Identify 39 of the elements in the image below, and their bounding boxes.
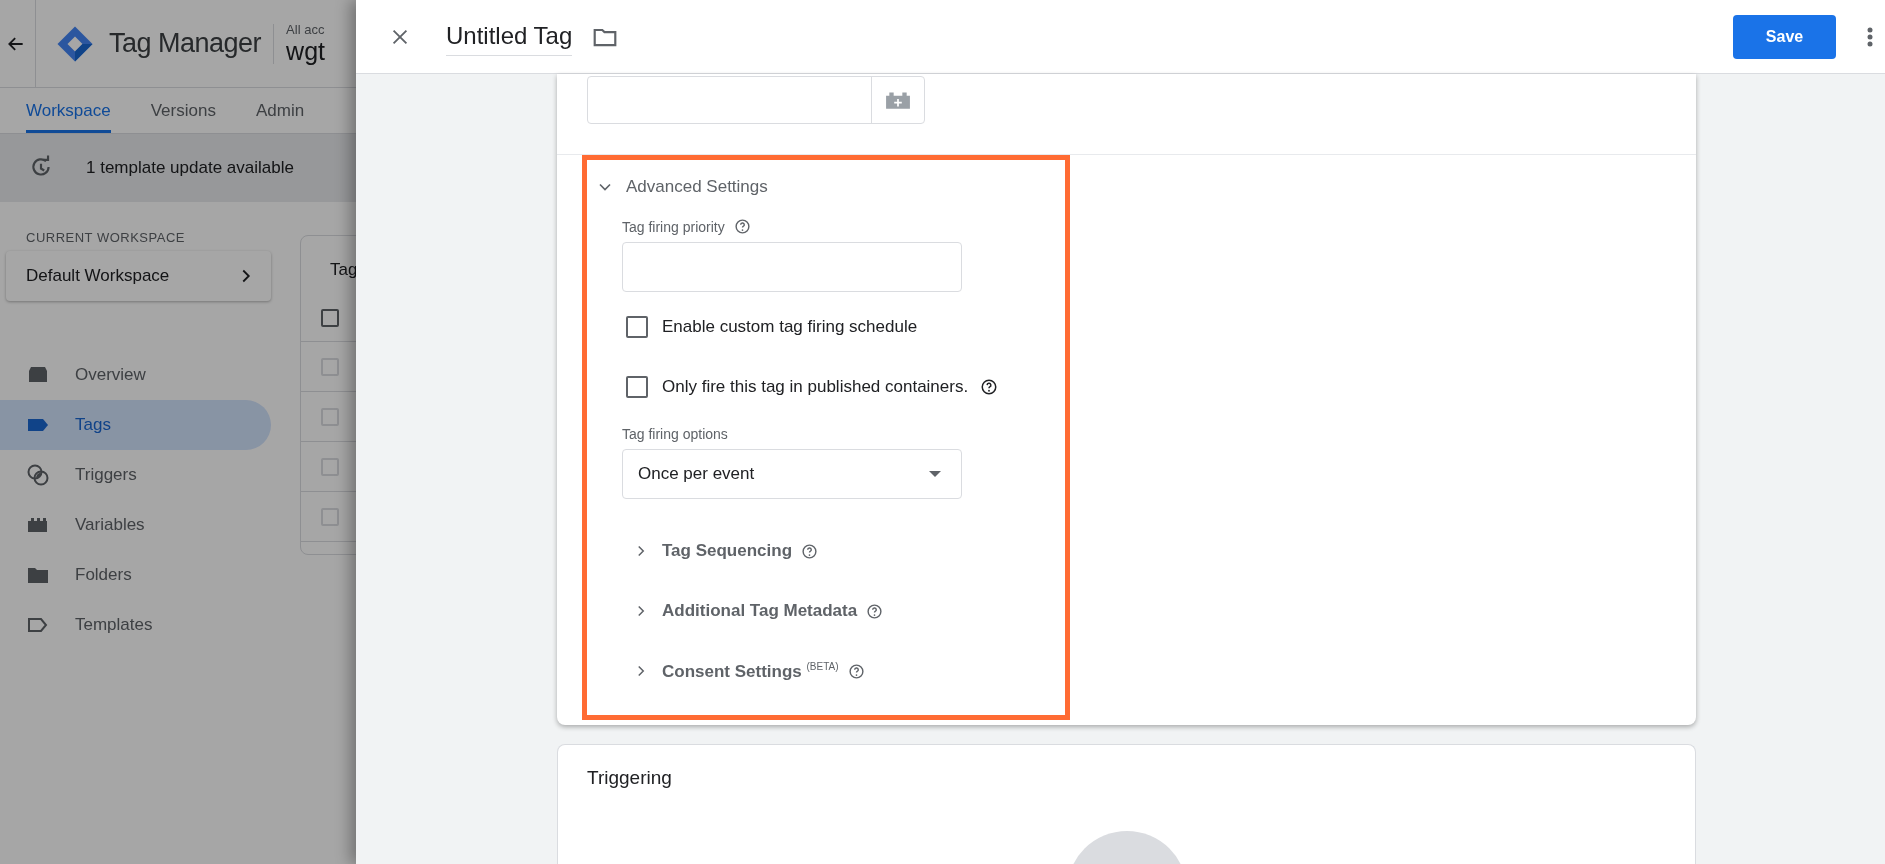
notice-text: 1 template update available xyxy=(86,158,294,178)
sidebar-item[interactable]: Triggers xyxy=(0,450,271,500)
help-icon[interactable] xyxy=(733,218,751,235)
workspace-selector[interactable]: Default Workspace xyxy=(6,251,271,301)
help-icon[interactable] xyxy=(847,662,865,680)
help-icon[interactable] xyxy=(980,378,999,396)
field-label: Tag firing options xyxy=(622,426,728,442)
checkbox[interactable] xyxy=(626,376,648,398)
product-name: Tag Manager xyxy=(109,28,262,59)
circles-icon xyxy=(26,463,50,487)
dropdown-arrow-icon xyxy=(929,471,941,477)
container-name[interactable]: wgt xyxy=(286,36,325,66)
section-toggle[interactable]: Advanced Settings xyxy=(587,177,1065,197)
checkbox-label: Only fire this tag in published containers. xyxy=(662,377,969,397)
section-toggle[interactable]: Consent Settings $^{(BETA)}$ xyxy=(662,660,839,682)
section-toggle[interactable]: Additional Tag Metadata xyxy=(662,601,858,621)
sidebar-item[interactable]: Tags xyxy=(0,400,271,450)
card-title: Tag xyxy=(329,259,356,281)
dropdown[interactable]: Once per event xyxy=(622,449,962,499)
section-toggle[interactable]: Tag Sequencing xyxy=(662,541,793,561)
section-heading: CURRENT WORKSPACE xyxy=(26,230,186,245)
help-icon[interactable] xyxy=(866,602,884,620)
help-icon[interactable] xyxy=(801,542,819,560)
sidebar-item[interactable]: Folders xyxy=(0,550,271,600)
input-field[interactable] xyxy=(587,76,925,124)
sidebar-item[interactable]: Variables xyxy=(0,500,271,550)
card-title: Triggering xyxy=(586,766,673,789)
checkbox[interactable] xyxy=(626,316,648,338)
checkbox-label: Enable custom tag firing schedule xyxy=(662,317,918,337)
account-label: All acc xyxy=(286,21,325,37)
checkbox[interactable] xyxy=(321,308,339,327)
tag-name-field[interactable]: Untitled Tag xyxy=(446,17,573,56)
sidebar-item[interactable]: Overview xyxy=(0,350,271,400)
nav-tab[interactable]: Admin xyxy=(255,88,305,133)
nav-tab[interactable]: Versions xyxy=(150,88,216,133)
input-field[interactable] xyxy=(622,242,962,292)
sidebar-item[interactable]: Templates xyxy=(0,600,271,650)
save-button[interactable]: Save xyxy=(1733,14,1836,59)
field-label: Tag firing priority xyxy=(622,218,725,235)
